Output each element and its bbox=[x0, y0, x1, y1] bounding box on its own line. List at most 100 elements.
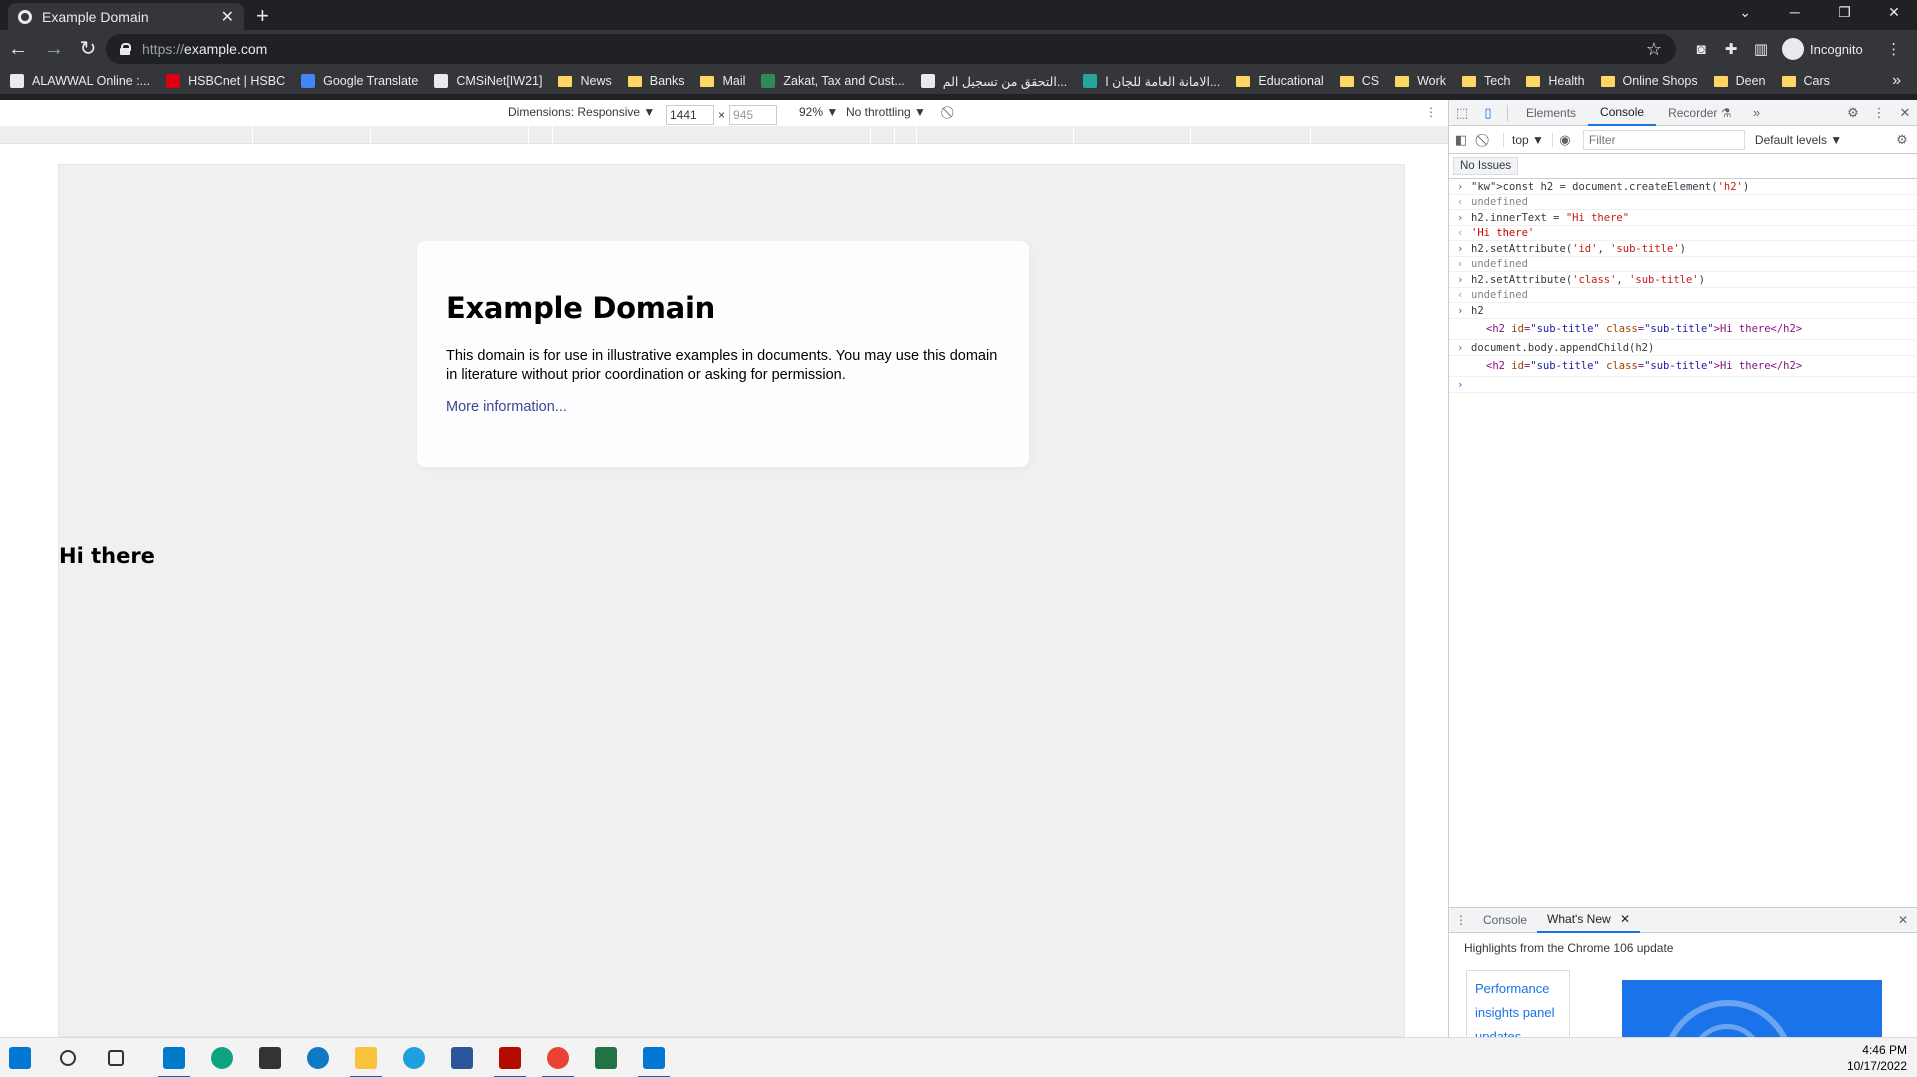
inspect-element-icon[interactable]: ⬚ bbox=[1449, 105, 1475, 121]
no-issues-button[interactable]: No Issues bbox=[1453, 157, 1519, 175]
tab-close-button[interactable]: ✕ bbox=[221, 7, 234, 27]
system-clock[interactable]: 4:46 PM 10/17/2022 bbox=[1847, 1042, 1907, 1074]
side-panel-icon[interactable]: ▥ bbox=[1746, 40, 1776, 58]
bookmark-item[interactable]: Google Translate bbox=[301, 74, 418, 88]
bookmark-item[interactable]: Online Shops bbox=[1600, 74, 1698, 88]
bookmark-label: Tech bbox=[1484, 74, 1511, 88]
media-query-ruler[interactable] bbox=[0, 126, 1448, 144]
bookmark-item[interactable]: CMSiNet[IW21] bbox=[434, 74, 542, 88]
back-arrow-icon[interactable]: ← bbox=[4, 35, 32, 63]
device-toolbar-more-icon[interactable]: ⋮ bbox=[1425, 105, 1437, 119]
folder-icon bbox=[1339, 75, 1354, 87]
dimensions-dropdown[interactable]: Dimensions: Responsive ▼ bbox=[508, 105, 655, 119]
bookmark-item[interactable]: Mail bbox=[700, 74, 745, 88]
bookmarks-overflow-button[interactable]: » bbox=[1892, 68, 1901, 94]
console-output-line[interactable]: <h2 id="sub-title" class="sub-title">Hi … bbox=[1449, 356, 1917, 377]
taskbar-button[interactable] bbox=[582, 1038, 630, 1077]
console-filter-input[interactable] bbox=[1582, 129, 1745, 150]
close-window-button[interactable]: ✕ bbox=[1871, 0, 1917, 24]
taskbar-button[interactable] bbox=[198, 1038, 246, 1077]
browser-tab[interactable]: Example Domain ✕ bbox=[8, 3, 244, 30]
bookmark-item[interactable]: Tech bbox=[1462, 74, 1510, 88]
restore-button[interactable]: ❐ bbox=[1821, 0, 1867, 24]
devtools-menu-icon[interactable]: ⋮ bbox=[1866, 105, 1892, 121]
console-settings-gear-icon[interactable]: ⚙ bbox=[1890, 132, 1914, 148]
bookmark-item[interactable]: ALAWWAL Online :... bbox=[10, 74, 150, 88]
close-drawer-icon[interactable]: ✕ bbox=[1898, 913, 1908, 927]
taskbar-button[interactable] bbox=[630, 1038, 678, 1077]
bookmark-item[interactable]: الامانة العامة للجان ا... bbox=[1083, 74, 1220, 89]
taskbar-button[interactable] bbox=[92, 1038, 140, 1077]
bookmark-item[interactable]: Educational bbox=[1236, 74, 1324, 88]
sidebar-toggle-icon[interactable]: ◧ bbox=[1449, 132, 1473, 148]
console-output-line[interactable]: <h2 id="sub-title" class="sub-title">Hi … bbox=[1449, 319, 1917, 340]
lock-icon[interactable] bbox=[120, 43, 131, 55]
toolbar-actions: ◙ ✚ ▥ Incognito ⋮ bbox=[1686, 34, 1909, 64]
live-expression-eye-icon[interactable]: ◉ bbox=[1553, 132, 1577, 148]
bookmark-item[interactable]: Deen bbox=[1713, 74, 1766, 88]
outlook-icon bbox=[643, 1046, 665, 1069]
extensions-puzzle-icon[interactable]: ✚ bbox=[1716, 40, 1746, 58]
zoom-dropdown[interactable]: 92% ▼ bbox=[799, 105, 838, 119]
bookmark-item[interactable]: Work bbox=[1395, 74, 1446, 88]
camera-icon[interactable]: ◙ bbox=[1686, 41, 1716, 58]
bookmark-item[interactable]: CS bbox=[1339, 74, 1380, 88]
bookmark-star-icon[interactable]: ☆ bbox=[1646, 39, 1662, 60]
taskbar-button[interactable] bbox=[486, 1038, 534, 1077]
taskbar-button[interactable] bbox=[294, 1038, 342, 1077]
bookmark-label: Mail bbox=[722, 74, 746, 88]
vscode-icon bbox=[163, 1046, 185, 1069]
width-input[interactable] bbox=[666, 105, 714, 125]
taskbar-button[interactable] bbox=[150, 1038, 198, 1077]
browser-menu-icon[interactable]: ⋮ bbox=[1879, 40, 1909, 58]
taskbar-button[interactable] bbox=[44, 1038, 92, 1077]
devtools-tab-recorder[interactable]: Recorder ⚗ bbox=[1656, 100, 1743, 126]
bookmark-item[interactable]: News bbox=[558, 74, 612, 88]
bookmark-label: Work bbox=[1417, 74, 1446, 88]
console-input-line: h2.setAttribute('class', 'sub-title') bbox=[1449, 272, 1917, 288]
bookmark-item[interactable]: التحقق من تسجيل الم... bbox=[920, 74, 1067, 89]
bookmark-item[interactable]: HSBCnet | HSBC bbox=[166, 74, 285, 88]
bookmark-item[interactable]: Banks bbox=[627, 74, 684, 88]
start-icon bbox=[9, 1046, 31, 1069]
incognito-profile-button[interactable]: Incognito bbox=[1782, 38, 1863, 60]
log-levels-dropdown[interactable]: Default levels ▼ bbox=[1755, 133, 1842, 147]
settings-gear-icon[interactable]: ⚙ bbox=[1840, 105, 1866, 121]
device-toggle-icon[interactable]: ▯ bbox=[1475, 105, 1501, 121]
height-input[interactable] bbox=[729, 105, 778, 125]
taskbar-button[interactable] bbox=[342, 1038, 390, 1077]
address-bar[interactable]: https:// example.com ☆ bbox=[106, 34, 1676, 64]
close-devtools-icon[interactable]: ✕ bbox=[1892, 105, 1917, 121]
whats-new-illustration bbox=[1622, 980, 1882, 1038]
more-tabs-icon[interactable]: » bbox=[1744, 105, 1770, 120]
tab-search-button[interactable]: ⌄ bbox=[1722, 0, 1768, 24]
bookmark-item[interactable]: Cars bbox=[1781, 74, 1830, 88]
bookmark-item[interactable]: Health bbox=[1526, 74, 1585, 88]
drawer-tab-console[interactable]: Console bbox=[1473, 908, 1537, 933]
taskbar-button[interactable] bbox=[534, 1038, 582, 1077]
incognito-icon bbox=[1782, 38, 1804, 60]
bookmark-label: CS bbox=[1361, 74, 1380, 88]
new-tab-button[interactable]: + bbox=[256, 3, 269, 29]
taskbar-button[interactable] bbox=[438, 1038, 486, 1077]
console-prompt[interactable] bbox=[1449, 377, 1917, 393]
edge-icon bbox=[307, 1046, 329, 1069]
forward-arrow-icon[interactable]: → bbox=[40, 35, 68, 63]
drawer-tab-whats-new[interactable]: What's New ✕ bbox=[1537, 908, 1641, 933]
taskbar-button[interactable] bbox=[0, 1038, 44, 1077]
devtools-tab-elements[interactable]: Elements bbox=[1514, 100, 1588, 126]
close-whats-new-icon[interactable]: ✕ bbox=[1620, 912, 1630, 926]
taskbar-button[interactable] bbox=[246, 1038, 294, 1077]
throttling-dropdown[interactable]: No throttling ▼ bbox=[846, 105, 926, 119]
whats-new-card-link[interactable]: Performance insights panel updates bbox=[1466, 970, 1570, 1038]
bookmark-item[interactable]: Zakat, Tax and Cust... bbox=[761, 74, 905, 88]
more-information-link[interactable]: More information... bbox=[446, 399, 567, 415]
minimize-button[interactable]: ─ bbox=[1772, 0, 1818, 24]
context-selector[interactable]: top ▼ bbox=[1503, 132, 1553, 147]
drawer-menu-icon[interactable]: ⋮ bbox=[1449, 913, 1473, 927]
clear-console-icon[interactable]: ⃠ bbox=[1473, 132, 1497, 148]
reload-icon[interactable]: ↻ bbox=[74, 35, 102, 63]
taskbar-button[interactable] bbox=[390, 1038, 438, 1077]
console-input-line: h2.innerText = "Hi there" bbox=[1449, 210, 1917, 226]
devtools-tab-console[interactable]: Console bbox=[1588, 100, 1657, 126]
